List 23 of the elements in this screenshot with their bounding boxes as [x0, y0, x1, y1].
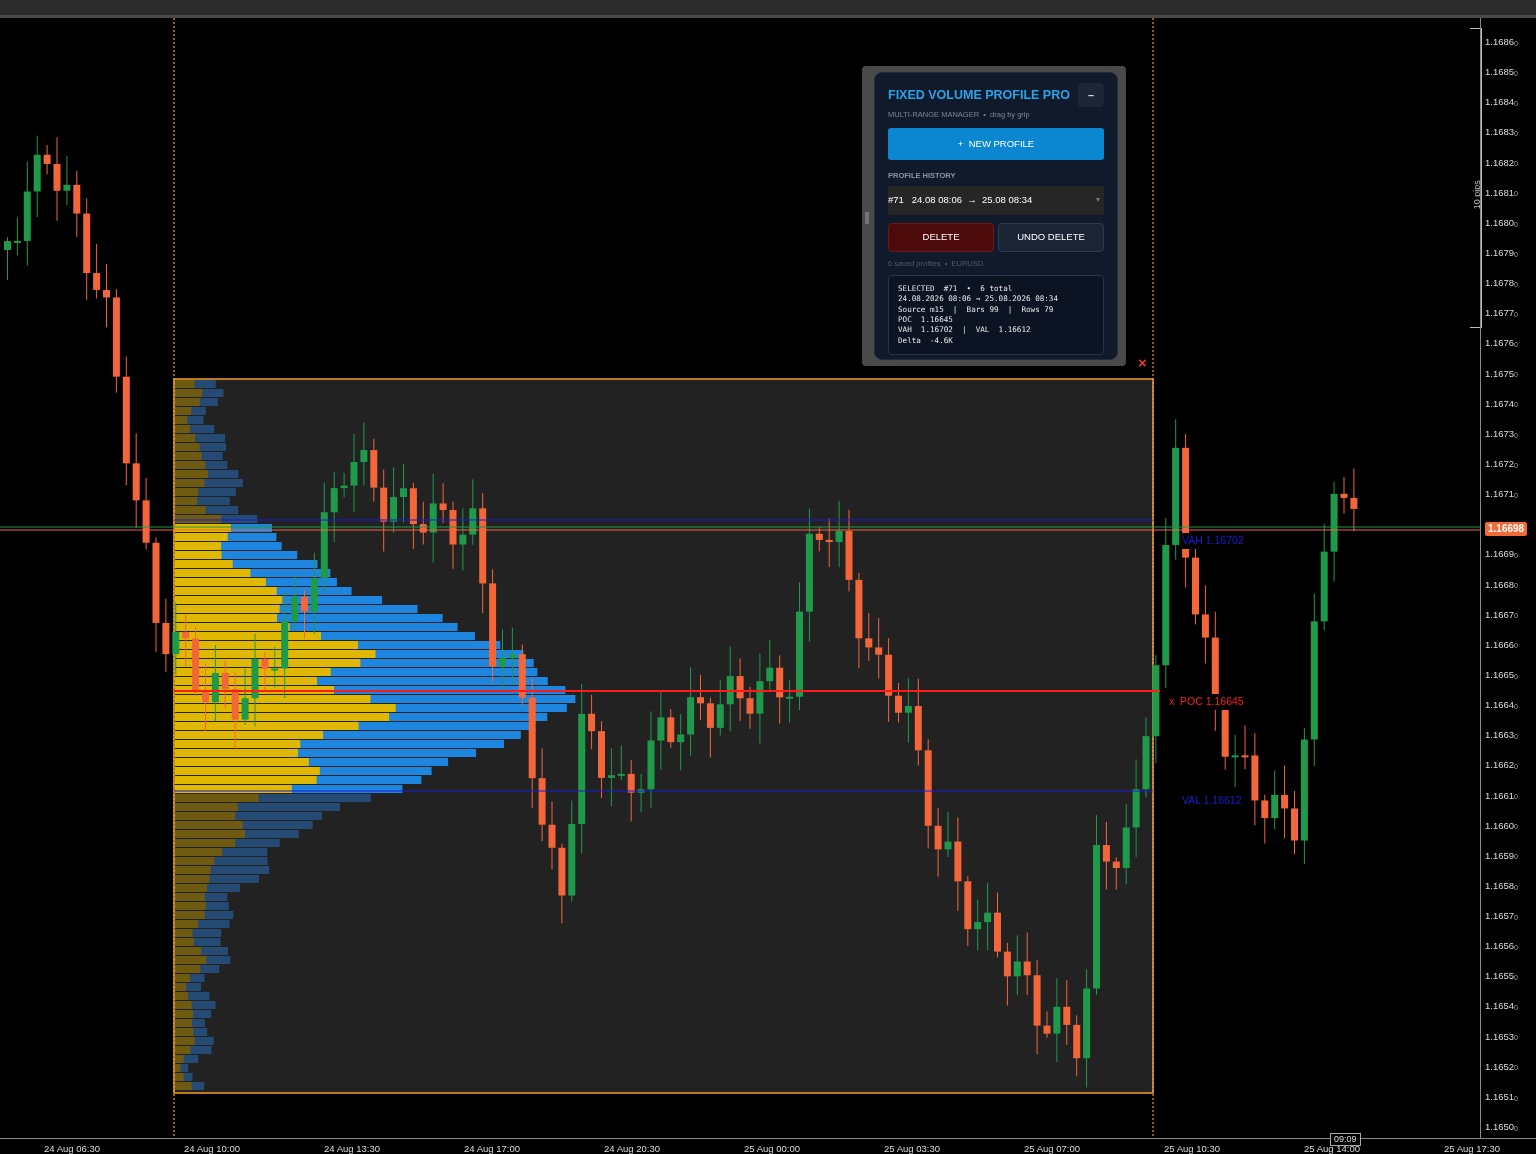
time-tick-label: 24 Aug 13:30: [324, 1142, 380, 1154]
history-select[interactable]: #71 24.08 08:06 → 25.08 08:34 ▾: [888, 185, 1104, 215]
level-label: VAH 1.16702: [1180, 533, 1246, 549]
time-tick-label: 25 Aug 07:00: [1024, 1142, 1080, 1154]
current-price-tag: 1.16698: [1485, 522, 1528, 536]
minimize-button[interactable]: –: [1078, 83, 1104, 107]
cursor-time-tag: 09:09: [1330, 1133, 1361, 1146]
delete-button[interactable]: DELETE: [888, 222, 994, 252]
time-tick-label: 25 Aug 10:30: [1164, 1142, 1220, 1154]
caret-icon: ▾: [1096, 194, 1100, 206]
select-value: #71 24.08 08:06 → 25.08 08:34: [888, 192, 1033, 207]
undo-delete-button[interactable]: UNDO DELETE: [998, 222, 1104, 252]
close-button[interactable]: ×: [1138, 356, 1147, 370]
time-tick-label: 25 Aug 17:30: [1444, 1142, 1500, 1154]
time-tick-label: 25 Aug 00:00: [744, 1142, 800, 1154]
time-tick-label: 24 Aug 17:00: [464, 1142, 520, 1154]
level-label: x POC 1.16645: [1167, 694, 1246, 710]
time-tick-label: 24 Aug 06:30: [44, 1142, 100, 1154]
time-tick-label: 24 Aug 20:30: [604, 1142, 660, 1154]
new-profile-button[interactable]: + NEW PROFILE: [888, 128, 1104, 161]
time-tick-label: 25 Aug 03:30: [884, 1142, 940, 1154]
panel-title: FIXED VOLUME PROFILE PRO: [888, 86, 1070, 104]
time-tick-label: 24 Aug 10:00: [184, 1142, 240, 1154]
